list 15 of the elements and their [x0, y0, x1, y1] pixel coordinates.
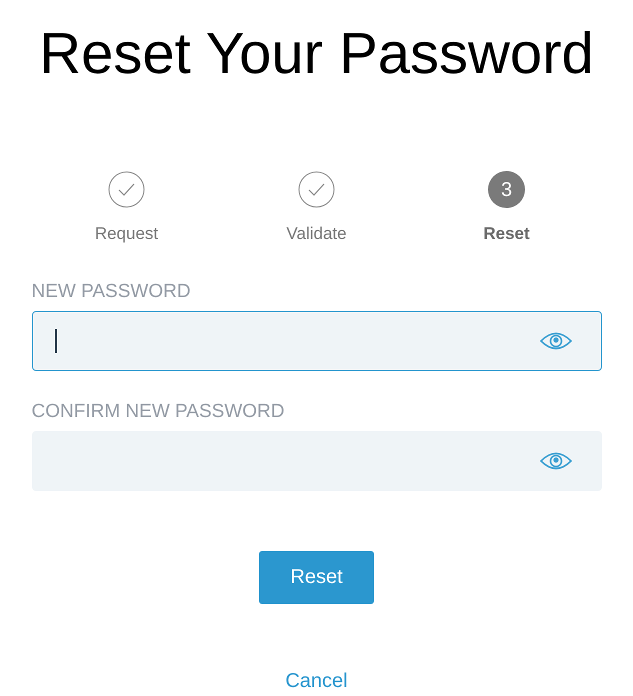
password-field[interactable]	[32, 310, 602, 370]
cancel-link[interactable]: Cancel	[285, 666, 348, 696]
step-label: Request	[94, 223, 158, 245]
check-icon	[108, 171, 145, 208]
field-label: CONFIRM NEW PASSWORD	[32, 400, 286, 422]
text-cursor	[54, 328, 56, 352]
step-label: Validate	[286, 223, 347, 245]
check-icon	[298, 171, 335, 208]
field-label: NEW PASSWORD	[32, 280, 192, 302]
step-number: 3	[488, 171, 525, 208]
reset-button[interactable]: Reset	[259, 550, 374, 604]
page-title: Reset Your Password	[39, 20, 594, 88]
show-password-icon[interactable]	[538, 330, 572, 350]
show-password-icon[interactable]	[538, 450, 572, 470]
step-label: Reset	[483, 223, 530, 245]
